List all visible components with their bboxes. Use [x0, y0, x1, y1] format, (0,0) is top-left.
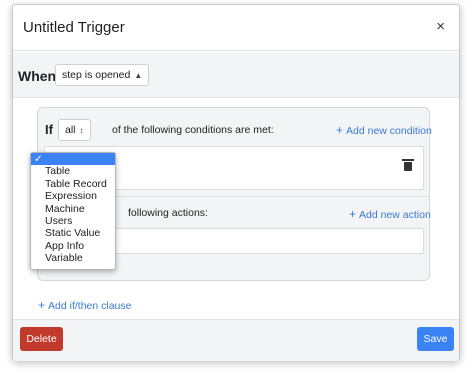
add-clause-link[interactable]: + Add if/then clause — [38, 298, 132, 312]
delete-button[interactable]: Delete — [20, 327, 63, 351]
match-select-value: all — [65, 124, 76, 136]
trash-can — [404, 162, 412, 171]
dropdown-option-variable[interactable]: Variable — [31, 252, 115, 264]
dropdown-option-static-value[interactable]: Static Value — [31, 227, 115, 239]
when-bar: When step is opened ▲︎ — [13, 52, 459, 98]
add-action-label: Add new action — [359, 209, 431, 221]
plus-icon: + — [336, 123, 344, 137]
plus-icon: + — [349, 207, 357, 221]
dropdown-option-machine[interactable]: Machine — [31, 203, 115, 215]
modal-footer: Delete Save — [13, 319, 459, 361]
dropdown-option-selected[interactable]: ✓ — [31, 153, 115, 166]
trash-lid — [402, 159, 414, 161]
select-caret-icon: ↕ — [79, 126, 84, 135]
if-label: If — [45, 122, 53, 137]
add-action-link[interactable]: + Add new action — [349, 207, 431, 221]
dropdown-option-table-record[interactable]: Table Record — [31, 178, 115, 190]
select-caret-icon: ▲︎ — [134, 71, 143, 80]
plus-icon: + — [38, 298, 46, 312]
dropdown-option-table[interactable]: Table — [31, 165, 115, 177]
save-button[interactable]: Save — [417, 327, 454, 351]
dropdown-option-users[interactable]: Users — [31, 215, 115, 227]
trash-icon[interactable] — [402, 159, 414, 171]
condition-source-dropdown: ✓ Table Table Record Expression Machine … — [30, 152, 116, 270]
event-select[interactable]: step is opened ▲︎ — [55, 64, 150, 86]
modal-header: Untitled Trigger × — [13, 5, 459, 51]
event-select-value: step is opened — [62, 69, 131, 81]
dropdown-option-expression[interactable]: Expression — [31, 190, 115, 202]
then-text: following actions: — [128, 207, 208, 219]
add-clause-label: Add if/then clause — [48, 300, 132, 312]
close-icon[interactable]: × — [436, 18, 445, 35]
add-condition-label: Add new condition — [346, 125, 432, 137]
modal-title: Untitled Trigger — [23, 19, 125, 36]
conditions-text: of the following conditions are met: — [112, 124, 274, 136]
when-label: When — [18, 68, 57, 84]
dropdown-option-app-info[interactable]: App Info — [31, 240, 115, 252]
add-condition-link[interactable]: + Add new condition — [336, 123, 432, 137]
match-select[interactable]: all ↕ — [58, 119, 91, 141]
